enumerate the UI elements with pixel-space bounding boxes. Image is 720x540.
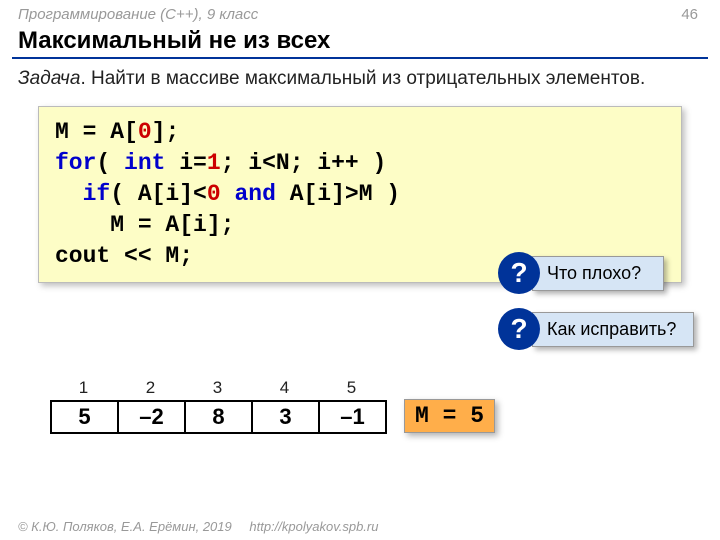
array-index: 1 [50,378,117,398]
copyright: © К.Ю. Поляков, Е.А. Ерёмин, 2019 [18,519,232,534]
footer-url: http://kpolyakov.spb.ru [249,519,378,534]
page-number: 46 [681,6,698,23]
task-text: Задача. Найти в массиве максимальный из … [0,59,720,102]
array-block: 1 2 3 4 5 5 –2 8 3 –1 [50,378,387,434]
code-line-1: M = A[0]; [55,117,665,148]
array-indices: 1 2 3 4 5 [50,378,387,398]
result-box: M = 5 [404,399,495,433]
footer: © К.Ю. Поляков, Е.А. Ерёмин, 2019 http:/… [18,519,378,534]
callout-1-text: Что плохо? [532,256,664,291]
array-index: 5 [318,378,385,398]
callout-2: ? Как исправить? [498,308,694,350]
array-cell: 3 [253,400,320,434]
array-index: 2 [117,378,184,398]
task-body: . Найти в массиве максимальный из отрица… [80,68,645,89]
header-context: Программирование (C++), 9 класс [0,0,720,23]
callout-1: ? Что плохо? [498,252,694,294]
array-index: 3 [184,378,251,398]
question-icon: ? [498,308,540,350]
code-line-3: if( A[i]<0 and A[i]>M ) [55,179,665,210]
code-line-2: for( int i=1; i<N; i++ ) [55,148,665,179]
array-cell: 5 [52,400,119,434]
task-label: Задача [18,68,80,89]
code-line-4: M = A[i]; [55,210,665,241]
array-cell: –1 [320,400,387,434]
array-cell: –2 [119,400,186,434]
array-cells: 5 –2 8 3 –1 [50,400,387,434]
slide-title: Максимальный не из всех [0,23,720,57]
array-index: 4 [251,378,318,398]
callout-2-text: Как исправить? [532,312,694,347]
array-cell: 8 [186,400,253,434]
callouts: ? Что плохо? ? Как исправить? [498,252,694,364]
question-icon: ? [498,252,540,294]
